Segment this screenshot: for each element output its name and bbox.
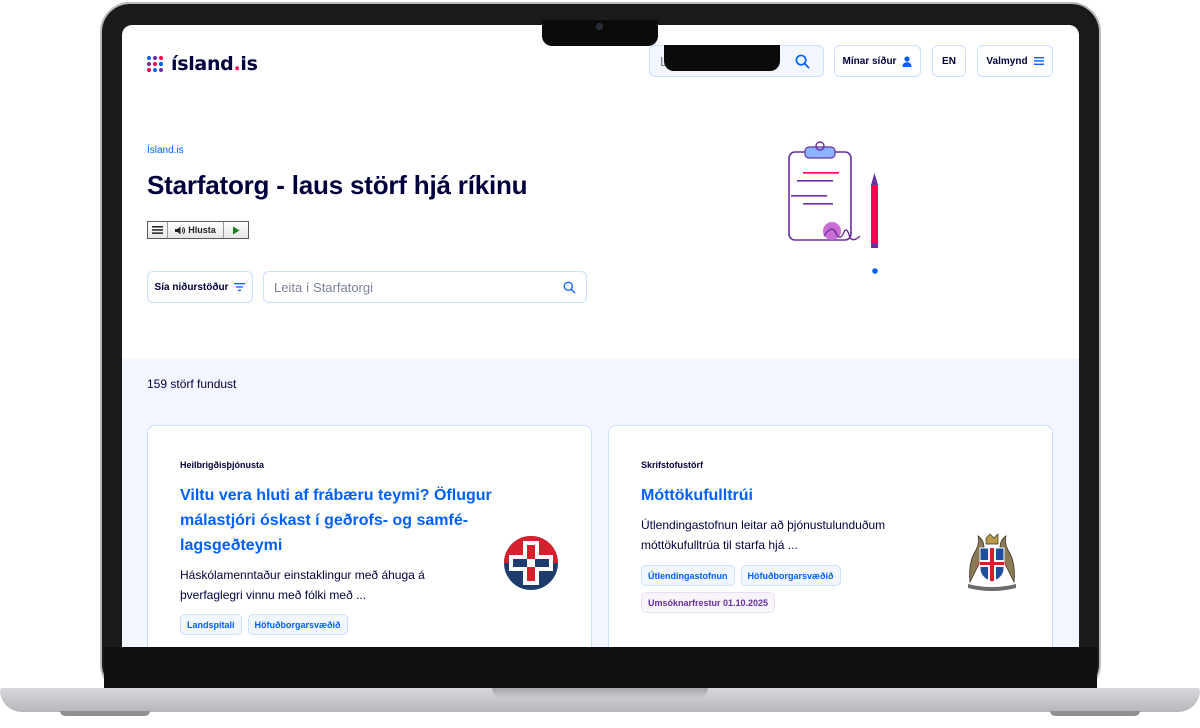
tag-location[interactable]: Höfuðborgarsvæðið (247, 614, 348, 635)
laptop-foot-right (1050, 711, 1140, 716)
language-button[interactable]: EN (932, 45, 966, 77)
job-tags: Útlendingastofnun Höfuðborgarsvæðið Umsó… (641, 565, 881, 613)
camera-notch (664, 45, 780, 71)
filter-icon (234, 283, 246, 291)
job-search (263, 271, 587, 303)
job-description: Útlendingastofnun leitar að þjónustulund… (641, 518, 886, 552)
tag-organization[interactable]: Landspítali (180, 614, 242, 635)
logo-text-main: ísland (171, 53, 234, 75)
job-description: Háskólamenntaður einstaklingur með áhuga… (180, 568, 425, 602)
user-icon (902, 55, 912, 67)
listen-play-button[interactable] (224, 222, 248, 238)
landspitali-logo-icon (504, 536, 558, 590)
filter-label: Sía niðurstöður (154, 281, 229, 293)
job-card[interactable]: Skrifstofustörf Móttökufulltrúi Útlendin… (608, 425, 1053, 647)
job-title-link[interactable]: Móttökufulltrúi (641, 483, 961, 508)
speaker-icon (175, 226, 186, 234)
job-title-link[interactable]: Viltu vera hluti af frábæru teymi? Öflug… (180, 483, 500, 558)
menu-label: Valmynd (986, 55, 1028, 67)
search-icon[interactable] (563, 281, 576, 294)
job-category: Heilbrigðisþjónusta (180, 460, 265, 470)
breadcrumb[interactable]: Ísland.is (147, 145, 184, 156)
my-pages-label: Mínar síður (842, 55, 897, 67)
camera-lens (596, 23, 603, 30)
logo-dots-icon (147, 56, 163, 72)
browser-screen: ísland.is Mínar síður EN Valmynd Ísland.… (122, 25, 1079, 647)
menu-button[interactable]: Valmynd (977, 45, 1053, 77)
job-category: Skrifstofustörf (641, 460, 704, 470)
tag-deadline: Umsóknarfrestur 01.10.2025 (641, 592, 776, 613)
listen-button[interactable]: Hlusta (167, 222, 225, 238)
page-title: Starfatorg - laus störf hjá ríkinu (147, 170, 528, 200)
search-icon[interactable] (795, 54, 810, 69)
laptop-foot-left (60, 711, 150, 716)
job-card[interactable]: Heilbrigðisþjónusta Viltu vera hluti af … (147, 425, 592, 647)
tag-location[interactable]: Höfuðborgarsvæðið (740, 565, 841, 586)
laptop-chin (104, 647, 1097, 691)
logo-text-suffix: is (240, 53, 258, 75)
clipboard-illustration-icon (788, 141, 878, 274)
tag-organization[interactable]: Útlendingastofnun (641, 565, 735, 586)
result-count: 159 störf fundust (147, 377, 237, 391)
play-icon (233, 226, 240, 234)
list-icon (151, 226, 163, 234)
site-logo[interactable]: ísland.is (147, 53, 258, 75)
laptop-base-groove (492, 688, 708, 698)
listen-settings-button[interactable] (148, 222, 168, 238)
filter-results-button[interactable]: Sía niðurstöður (147, 271, 253, 303)
hamburger-menu-icon (1033, 57, 1044, 65)
job-search-input[interactable] (274, 279, 563, 295)
my-pages-button[interactable]: Mínar síður (834, 45, 921, 77)
job-tags: Landspítali Höfuðborgarsvæðið (180, 614, 420, 635)
listen-label: Hlusta (188, 225, 216, 235)
iceland-coat-of-arms-icon (968, 533, 1016, 591)
readspeaker-listen-widget: Hlusta (147, 221, 249, 239)
logo-wordmark: ísland.is (171, 53, 258, 75)
